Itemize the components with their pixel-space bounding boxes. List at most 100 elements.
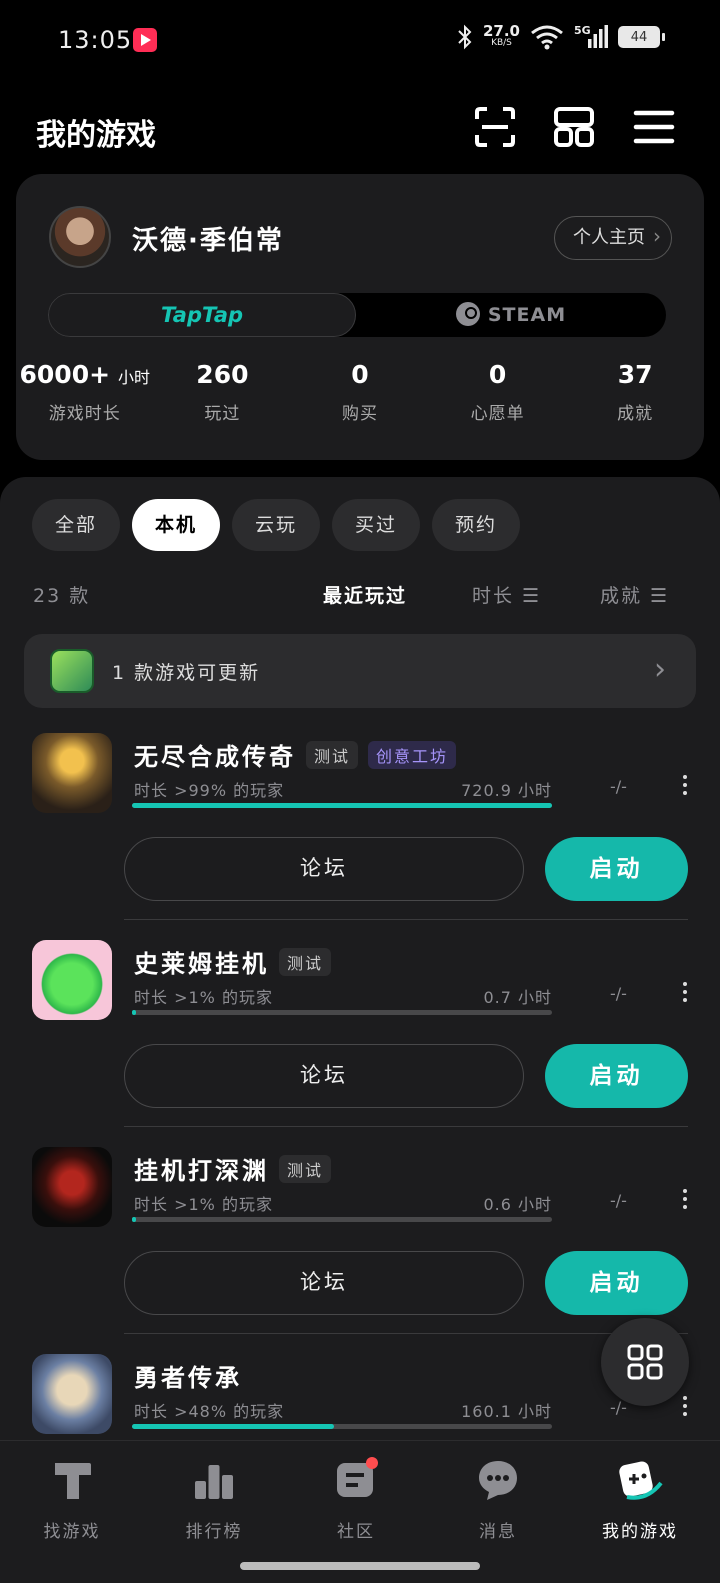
signal-icon: 5G	[574, 24, 608, 50]
stat-label: 成就	[617, 404, 654, 424]
more-options-icon[interactable]	[683, 1189, 689, 1209]
tag-workshop: 创意工坊	[368, 740, 457, 769]
status-bar: 13:05 27.0 KB/S 5G 44	[0, 0, 720, 80]
tab-taptap[interactable]: TapTap	[48, 293, 356, 337]
wifi-icon	[531, 25, 563, 50]
filter-all[interactable]: 全部	[32, 499, 120, 551]
stat-achievements[interactable]: 37 成就	[566, 360, 704, 424]
game-meta: 时长 >99% 的玩家 720.9 小时	[134, 777, 552, 801]
games-panel: 全部 本机 云玩 买过 预约 23 款 最近玩过 时长 ☰ 成就 ☰ 1 款游戏…	[0, 477, 720, 1583]
nav-messages[interactable]: 消息	[438, 1457, 558, 1542]
grid-view-icon[interactable]	[553, 106, 595, 148]
forum-button[interactable]: 论坛	[124, 1251, 524, 1315]
playtime-bar-fill	[132, 803, 552, 808]
filter-reserved[interactable]: 预约	[432, 499, 520, 551]
playtime-bar	[132, 1010, 552, 1015]
message-icon	[479, 1461, 517, 1500]
playtime-hours: 0.6 小时	[483, 1195, 552, 1214]
nav-community[interactable]: 社区	[296, 1457, 416, 1542]
game-name[interactable]: 勇者传承	[134, 1358, 242, 1393]
community-icon	[337, 1457, 378, 1497]
playtime-rank: 时长 >99% 的玩家	[134, 781, 285, 800]
game-meta: 时长 >48% 的玩家 160.1 小时	[134, 1398, 552, 1422]
game-name-text: 挂机打深渊	[134, 1157, 269, 1185]
game-name[interactable]: 挂机打深渊 测试	[134, 1151, 332, 1186]
playtime-hours: 0.7 小时	[483, 988, 552, 1007]
playtime-hours: 720.9 小时	[461, 781, 552, 800]
stat-purchased[interactable]: 0 购买	[291, 360, 429, 424]
stat-unit: 小时	[118, 368, 151, 387]
more-options-icon[interactable]	[683, 775, 689, 795]
game-name[interactable]: 无尽合成传奇 测试 创意工坊	[134, 737, 457, 772]
battery-icon: 44	[618, 26, 665, 48]
playtime-rank: 时长 >1% 的玩家	[134, 988, 273, 1007]
game-count: 23 款	[33, 585, 91, 607]
sort-playtime[interactable]: 时长 ☰	[472, 581, 541, 608]
screen-record-icon	[133, 28, 157, 52]
launch-button[interactable]: 启动	[545, 837, 688, 901]
gamepad-icon	[619, 1461, 663, 1500]
nav-label: 消息	[479, 1522, 517, 1542]
stat-value: 260	[196, 360, 249, 389]
playtime-bar	[132, 1217, 552, 1222]
menu-icon[interactable]	[633, 106, 675, 148]
playtime-bar-fill	[132, 1010, 137, 1015]
game-name-text: 史莱姆挂机	[134, 950, 269, 978]
status-time: 13:05	[58, 26, 133, 54]
nav-label: 社区	[337, 1522, 375, 1542]
more-options-icon[interactable]	[683, 982, 689, 1002]
profile-home-button[interactable]: 个人主页	[554, 216, 672, 260]
stat-label: 心愿单	[470, 404, 525, 424]
tag-beta: 测试	[306, 740, 359, 769]
steam-icon	[455, 302, 480, 326]
stat-value: 0	[351, 360, 369, 389]
game-item: 史莱姆挂机 测试 时长 >1% 的玩家 0.7 小时 -/- 论坛 启动	[0, 940, 720, 1147]
stat-played[interactable]: 260 玩过	[154, 360, 292, 424]
stat-value: 37	[617, 360, 653, 389]
chevron-right-icon: ›	[654, 652, 666, 687]
forum-button[interactable]: 论坛	[124, 837, 524, 901]
achievement-progress: -/-	[610, 984, 627, 1003]
filter-local[interactable]: 本机	[132, 499, 220, 551]
stat-label: 购买	[341, 404, 378, 424]
stat-wishlist[interactable]: 0 心愿单	[429, 360, 567, 424]
nav-my-games[interactable]: 我的游戏	[580, 1457, 700, 1542]
game-meta: 时长 >1% 的玩家 0.7 小时	[134, 984, 552, 1008]
sort-recent[interactable]: 最近玩过	[323, 581, 407, 608]
forum-button[interactable]: 论坛	[124, 1044, 524, 1108]
tab-steam-label: STEAM	[487, 304, 567, 326]
grid-fab-button[interactable]	[601, 1318, 689, 1406]
update-notice[interactable]: 1 款游戏可更新 ›	[24, 634, 696, 708]
nav-ranking[interactable]: 排行榜	[154, 1457, 274, 1542]
game-icon[interactable]	[32, 1354, 112, 1434]
filter-cloud[interactable]: 云玩	[232, 499, 320, 551]
ranking-icon	[195, 1465, 233, 1499]
playtime-bar-fill	[132, 1424, 334, 1429]
home-indicator[interactable]	[240, 1562, 480, 1570]
game-icon[interactable]	[32, 940, 112, 1020]
game-icon[interactable]	[32, 733, 112, 813]
game-name-text: 无尽合成传奇	[134, 743, 296, 771]
achievement-progress: -/-	[610, 777, 627, 796]
nav-label: 排行榜	[185, 1522, 243, 1542]
game-meta: 时长 >1% 的玩家 0.6 小时	[134, 1191, 552, 1215]
grid-icon	[627, 1344, 663, 1380]
launch-button[interactable]: 启动	[545, 1044, 688, 1108]
filter-bought[interactable]: 买过	[332, 499, 420, 551]
scan-icon[interactable]	[474, 106, 516, 148]
tab-steam[interactable]: STEAM	[356, 293, 666, 337]
nav-find-games[interactable]: 找游戏	[12, 1457, 132, 1542]
stat-playtime[interactable]: 6000+ 小时 游戏时长	[16, 360, 154, 424]
avatar[interactable]	[49, 206, 111, 268]
launch-button[interactable]: 启动	[545, 1251, 688, 1315]
status-icons: 27.0 KB/S 5G 44	[457, 24, 665, 50]
divider	[124, 919, 688, 920]
filter-chips: 全部 本机 云玩 买过 预约	[32, 499, 520, 551]
platform-switch: TapTap STEAM	[48, 293, 666, 337]
profile-stats: 6000+ 小时 游戏时长 260 玩过 0 购买 0 心愿单 37 成就	[16, 360, 704, 424]
game-icon[interactable]	[32, 1147, 112, 1227]
stat-value: 6000+	[19, 360, 111, 389]
sort-achievements[interactable]: 成就 ☰	[600, 581, 669, 608]
game-name[interactable]: 史莱姆挂机 测试	[134, 944, 332, 979]
username: 沃德·季伯常	[132, 226, 284, 256]
